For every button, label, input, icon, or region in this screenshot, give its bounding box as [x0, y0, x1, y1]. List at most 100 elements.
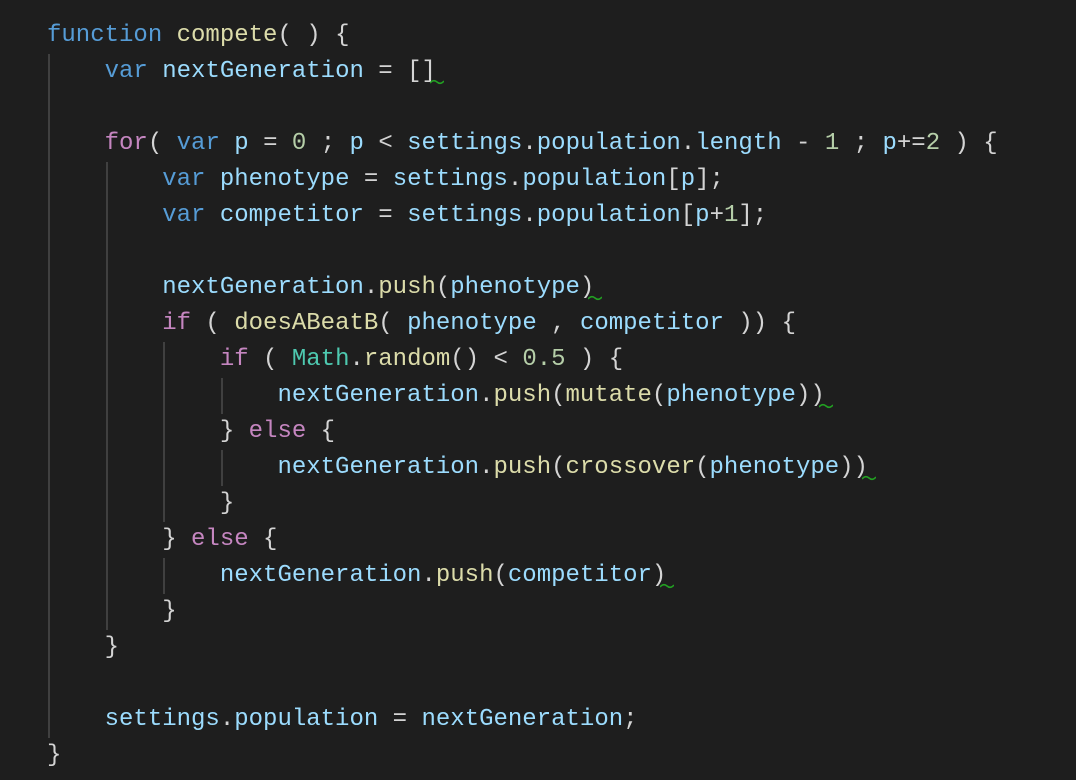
code-token: doesABeatB — [234, 310, 379, 337]
code-token: nextGeneration — [219, 562, 422, 589]
code-token: phenotype — [407, 310, 537, 337]
code-line[interactable]: var competitor = settings.population[p+1… — [47, 198, 998, 234]
code-token: . — [522, 202, 537, 229]
code-token: } — [47, 634, 120, 661]
code-token: p — [349, 130, 364, 157]
code-token: else — [191, 526, 249, 553]
code-token: = [] — [363, 58, 436, 85]
code-token: population — [536, 130, 681, 157]
code-token: push — [378, 274, 436, 301]
code-editor[interactable]: function compete( ) { var nextGeneration… — [47, 18, 998, 774]
code-token: ; — [623, 706, 638, 733]
code-token: settings — [104, 706, 220, 733]
code-token: . — [507, 166, 523, 193]
code-line[interactable] — [47, 666, 998, 702]
code-token: crossover — [565, 454, 696, 481]
code-token: ) — [651, 562, 667, 589]
code-line[interactable] — [47, 90, 998, 126]
code-token: )) { — [723, 310, 796, 337]
code-token: ) { — [565, 346, 624, 373]
code-token: . — [479, 382, 494, 409]
code-line[interactable]: var phenotype = settings.population[p]; — [47, 162, 998, 198]
code-token: population — [234, 706, 379, 733]
code-token: ( — [191, 310, 235, 337]
code-line[interactable]: function compete( ) { — [47, 18, 998, 54]
code-token: ( — [695, 454, 710, 481]
code-token: var — [176, 130, 220, 157]
code-line[interactable]: nextGeneration.push(competitor) — [47, 558, 998, 594]
code-token: ; — [839, 130, 883, 157]
code-token: { — [248, 526, 278, 553]
code-line[interactable] — [47, 234, 998, 270]
code-token: mutate — [565, 382, 652, 409]
code-token: competitor — [579, 310, 724, 337]
code-token: if — [162, 310, 192, 337]
code-token: - — [781, 130, 825, 157]
code-token: 0 — [291, 130, 307, 157]
code-token: . — [363, 274, 379, 301]
code-token: ( — [493, 562, 508, 589]
code-token: push — [493, 454, 552, 481]
code-token: p — [695, 202, 710, 229]
code-line[interactable]: } — [47, 486, 998, 522]
code-token: p — [680, 166, 696, 193]
code-token: nextGeneration — [421, 706, 624, 733]
code-line[interactable]: nextGeneration.push(mutate(phenotype)) — [47, 378, 998, 414]
code-token: nextGeneration — [162, 58, 364, 85]
code-line[interactable]: } — [47, 594, 998, 630]
code-line[interactable]: nextGeneration.push(phenotype) — [47, 270, 998, 306]
code-line[interactable]: settings.population = nextGeneration; — [47, 702, 998, 738]
code-token: p — [234, 130, 249, 157]
code-token: phenotype — [450, 274, 580, 301]
code-token: var — [162, 202, 206, 229]
code-line[interactable]: nextGeneration.push(crossover(phenotype)… — [47, 450, 998, 486]
code-token: settings — [407, 130, 523, 157]
code-token: ( — [378, 310, 408, 337]
code-line[interactable]: for( var p = 0 ; p < settings.population… — [47, 126, 998, 162]
code-token: ( — [551, 382, 566, 409]
code-token: nextGeneration — [277, 382, 480, 409]
code-token: phenotype — [666, 382, 796, 409]
code-line[interactable]: } else { — [47, 414, 998, 450]
code-token: 2 — [925, 130, 941, 157]
code-token: } — [47, 526, 192, 553]
code-token: = — [363, 202, 408, 229]
code-line[interactable]: } — [47, 738, 998, 774]
code-token: 0.5 — [522, 346, 566, 373]
code-token: [ — [680, 202, 696, 229]
code-token: ( — [248, 346, 292, 373]
code-token: for — [104, 130, 148, 157]
code-line[interactable]: var nextGeneration = [] — [47, 54, 998, 90]
code-token: 1 — [723, 202, 739, 229]
code-token: compete — [176, 22, 278, 49]
code-token: ( — [651, 382, 667, 409]
code-token: = — [349, 166, 393, 193]
code-token: . — [680, 130, 696, 157]
code-token: ) — [579, 274, 595, 301]
code-token: () < — [450, 346, 523, 373]
code-token: push — [435, 562, 494, 589]
code-line[interactable]: if ( Math.random() < 0.5 ) { — [47, 342, 998, 378]
code-token: nextGeneration — [277, 454, 480, 481]
code-token: settings — [407, 202, 523, 229]
code-line[interactable]: } — [47, 630, 998, 666]
code-line[interactable]: if ( doesABeatB( phenotype , competitor … — [47, 306, 998, 342]
code-line[interactable]: } else { — [47, 522, 998, 558]
code-token: phenotype — [219, 166, 350, 193]
code-token: random — [363, 346, 451, 373]
code-token: = — [248, 130, 292, 157]
code-token: . — [349, 346, 364, 373]
code-token: )) — [839, 454, 868, 481]
code-token: } — [47, 490, 235, 517]
code-token: Math — [291, 346, 350, 373]
